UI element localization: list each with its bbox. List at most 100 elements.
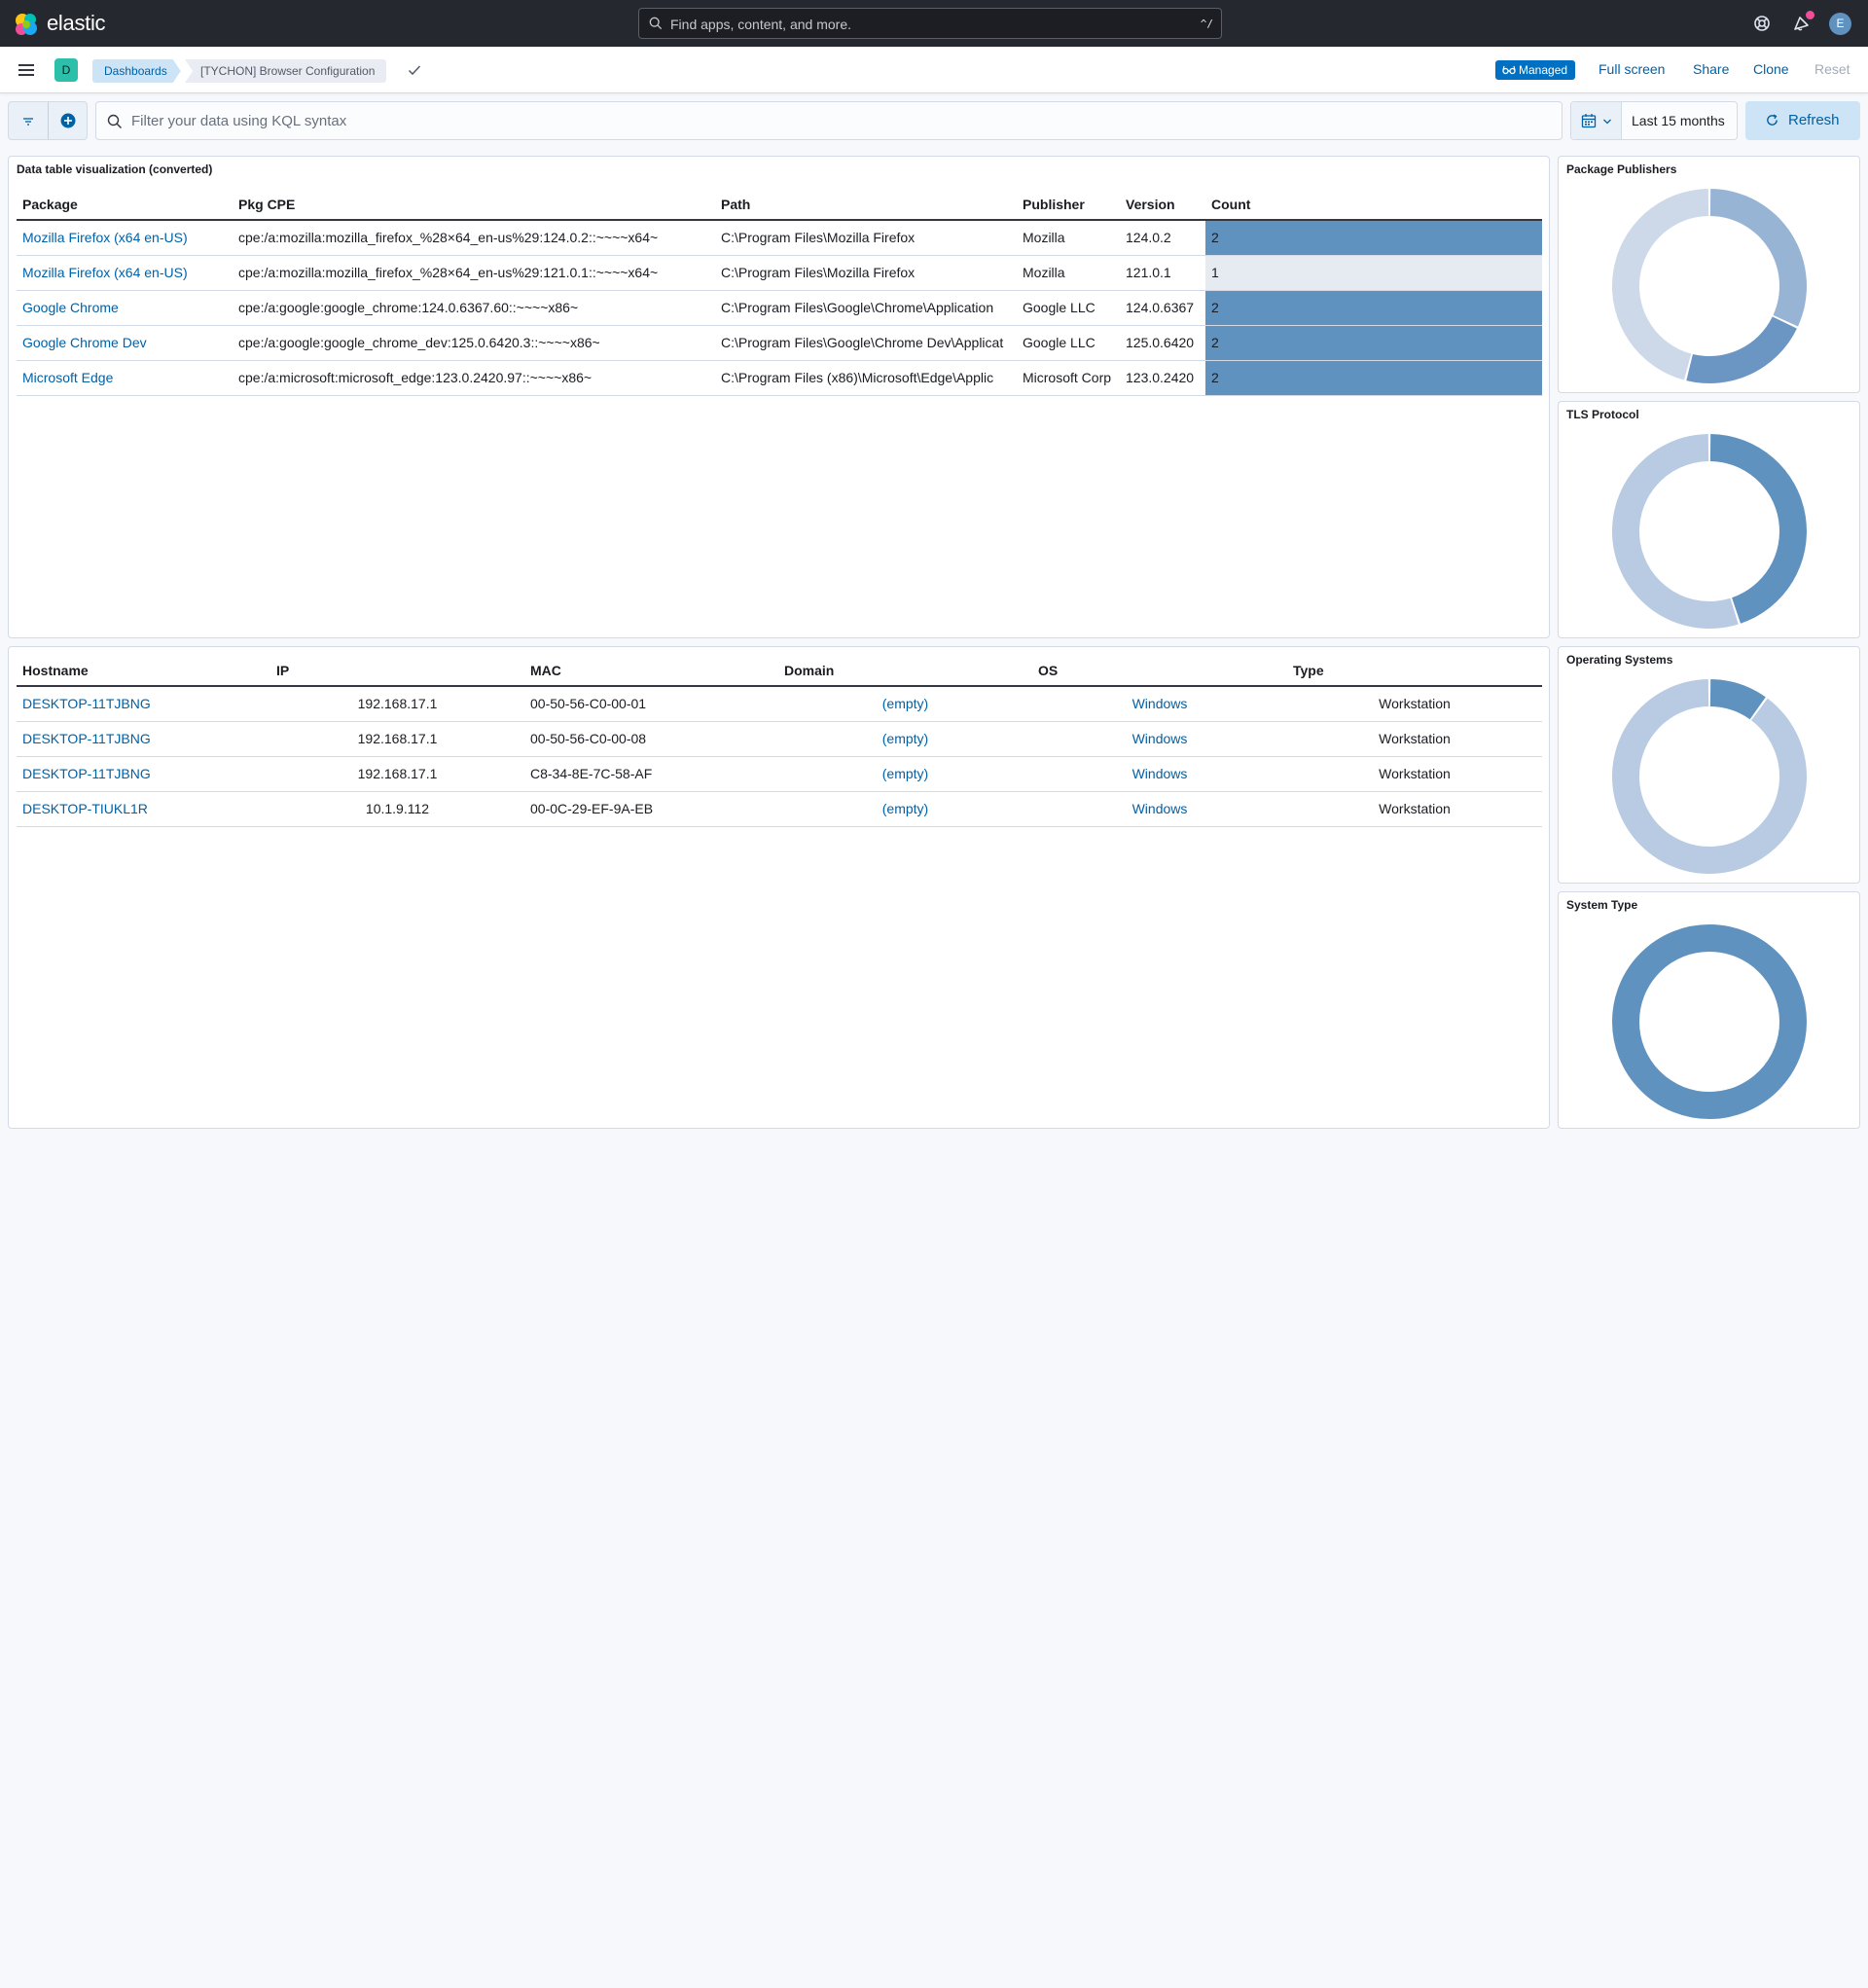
managed-label: Managed [1519,63,1568,77]
column-header-os[interactable]: OS [1032,655,1287,687]
packages-table-panel: Data table visualization (converted) Pac… [8,156,1550,638]
publisher-cell: Mozilla [1017,255,1120,291]
tls-protocol-donut[interactable] [1601,431,1817,632]
hamburger-menu-icon[interactable] [18,61,35,79]
path-cell: C:\Program Files (x86)\Microsoft\Edge\Ap… [715,360,1017,396]
publisher-cell: Google LLC [1017,290,1120,326]
package-name-link[interactable]: Microsoft Edge [17,360,233,396]
refresh-button[interactable]: Refresh [1745,101,1860,140]
app-bar: D Dashboards [TYCHON] Browser Configurat… [0,47,1868,93]
package-name-link[interactable]: Google Chrome [17,290,233,326]
donut-slice[interactable] [1612,189,1709,380]
global-search-placeholder: Find apps, content, and more. [670,17,851,32]
global-search-field[interactable]: Find apps, content, and more. ^/ [638,8,1222,39]
column-header-count[interactable]: Count [1205,189,1542,221]
add-filter-icon[interactable] [59,112,77,129]
os-link[interactable]: Windows [1032,756,1287,792]
donut-slice[interactable] [1612,924,1807,1119]
help-icon[interactable] [1752,14,1772,33]
search-icon [107,114,122,128]
version-cell: 123.0.2420 [1120,360,1205,396]
column-header-ip[interactable]: IP [270,655,524,687]
search-shortcut-badge: ^/ [1200,18,1213,30]
package-name-link[interactable]: Mozilla Firefox (x64 en-US) [17,255,233,291]
share-button[interactable]: Share [1693,61,1729,77]
column-header-mac[interactable]: MAC [524,655,778,687]
column-header-pkg-cpe[interactable]: Pkg CPE [233,189,715,221]
table-row: DESKTOP-11TJBNG 192.168.17.1 00-50-56-C0… [17,686,1542,722]
count-cell: 2 [1205,290,1542,326]
column-header-publisher[interactable]: Publisher [1017,189,1120,221]
version-cell: 121.0.1 [1120,255,1205,291]
package-name-link[interactable]: Mozilla Firefox (x64 en-US) [17,220,233,256]
date-picker: Last 15 months [1570,101,1738,140]
operating-systems-panel: Operating Systems [1558,646,1860,884]
table-header-row: Hostname IP MAC Domain OS Type [17,655,1542,687]
breadcrumb-dashboards[interactable]: Dashboards [92,59,181,83]
chevron-down-icon [1603,119,1611,125]
packages-table: Package Pkg CPE Path Publisher Version C… [17,189,1542,396]
os-link[interactable]: Windows [1032,721,1287,757]
hostname-link[interactable]: DESKTOP-11TJBNG [17,686,270,722]
system-type-donut[interactable] [1601,922,1817,1122]
version-cell: 124.0.2 [1120,220,1205,256]
package-publishers-donut[interactable] [1601,186,1817,386]
donut-slice[interactable] [1709,189,1807,327]
table-row: Microsoft Edge cpe:/a:microsoft:microsof… [17,360,1542,396]
table-row: Mozilla Firefox (x64 en-US) cpe:/a:mozil… [17,255,1542,291]
path-cell: C:\Program Files\Google\Chrome Dev\Appli… [715,325,1017,361]
mac-cell: 00-50-56-C0-00-08 [524,721,778,757]
clone-button[interactable]: Clone [1753,61,1789,77]
pkg-cpe-cell: cpe:/a:google:google_chrome_dev:125.0.64… [233,325,715,361]
hostname-link[interactable]: DESKTOP-11TJBNG [17,756,270,792]
donut-slice[interactable] [1686,316,1797,383]
time-range-label[interactable]: Last 15 months [1632,113,1725,128]
glasses-icon [1502,65,1516,75]
full-screen-button[interactable]: Full screen [1599,61,1665,77]
elastic-logo-icon[interactable] [14,12,39,37]
reset-button: Reset [1814,61,1850,77]
filter-menu-icon[interactable] [20,114,36,129]
user-avatar[interactable]: E [1829,13,1851,35]
column-header-type[interactable]: Type [1287,655,1542,687]
table-row: DESKTOP-11TJBNG 192.168.17.1 C8-34-8E-7C… [17,756,1542,792]
type-cell: Workstation [1287,756,1542,792]
panel-title: Data table visualization (converted) [17,163,213,176]
os-link[interactable]: Windows [1032,791,1287,827]
hostname-link[interactable]: DESKTOP-11TJBNG [17,721,270,757]
kql-search-input[interactable] [131,102,1552,139]
donut-slice[interactable] [1612,679,1807,874]
space-avatar[interactable]: D [54,58,78,82]
column-header-path[interactable]: Path [715,189,1017,221]
panel-title: Package Publishers [1566,163,1677,176]
donut-slice[interactable] [1612,434,1739,629]
panel-title: System Type [1566,898,1638,912]
column-header-hostname[interactable]: Hostname [17,655,270,687]
count-cell: 2 [1205,360,1542,396]
type-cell: Workstation [1287,791,1542,827]
domain-link[interactable]: (empty) [778,791,1032,827]
pkg-cpe-cell: cpe:/a:google:google_chrome:124.0.6367.6… [233,290,715,326]
ip-cell: 192.168.17.1 [270,721,524,757]
publisher-cell: Mozilla [1017,220,1120,256]
quick-select-button[interactable] [1571,102,1622,139]
os-link[interactable]: Windows [1032,686,1287,722]
hosts-table-panel: Hostname IP MAC Domain OS Type DESKTOP-1… [8,646,1550,1129]
count-cell: 2 [1205,220,1542,256]
domain-link[interactable]: (empty) [778,721,1032,757]
table-row: DESKTOP-TIUKL1R 10.1.9.112 00-0C-29-EF-9… [17,791,1542,827]
system-type-panel: System Type [1558,891,1860,1129]
mac-cell: 00-50-56-C0-00-01 [524,686,778,722]
package-name-link[interactable]: Google Chrome Dev [17,325,233,361]
donut-slice[interactable] [1709,434,1807,624]
column-header-package[interactable]: Package [17,189,233,221]
filter-divider [48,102,49,139]
domain-link[interactable]: (empty) [778,686,1032,722]
column-header-version[interactable]: Version [1120,189,1205,221]
column-header-domain[interactable]: Domain [778,655,1032,687]
domain-link[interactable]: (empty) [778,756,1032,792]
hostname-link[interactable]: DESKTOP-TIUKL1R [17,791,270,827]
logo-text[interactable]: elastic [47,11,106,36]
operating-systems-donut[interactable] [1601,676,1817,877]
pkg-cpe-cell: cpe:/a:microsoft:microsoft_edge:123.0.24… [233,360,715,396]
